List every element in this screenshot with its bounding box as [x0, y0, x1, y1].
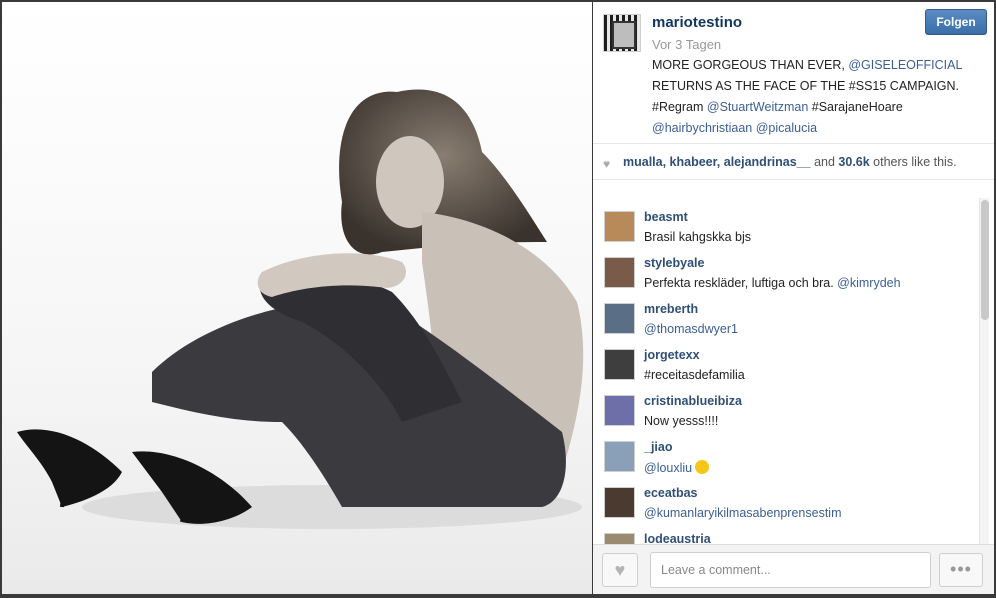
commenter-avatar[interactable] [604, 349, 635, 380]
caption-mention[interactable]: @picalucia [756, 121, 817, 135]
caption-mention[interactable]: @StuartWeitzman [707, 100, 808, 114]
smiley-emoji-icon [695, 460, 710, 474]
comment-item: _jiao @louxliu [593, 438, 973, 484]
likes-and: and [810, 155, 839, 169]
caption-mention[interactable]: @hairbychristiaan [652, 121, 752, 135]
post-sidebar: mariotestino Vor 3 Tagen Folgen MORE GOR… [593, 2, 994, 594]
post-caption: MORE GORGEOUS THAN EVER, @GISELEOFFICIAL… [652, 55, 988, 139]
ellipsis-icon: ••• [950, 559, 972, 579]
comment-item: lodeaustria [593, 530, 973, 544]
comment-body: Perfekta reskläder, luftiga och bra. [644, 276, 838, 290]
comment-item: beasmt Brasil kahgskka bjs [593, 208, 973, 254]
author-username[interactable]: mariotestino [652, 14, 742, 31]
commenter-username[interactable]: stylebyale [644, 256, 704, 270]
comment-mention[interactable]: @thomasdwyer1 [644, 322, 738, 336]
comment-item: mreberth @thomasdwyer1 [593, 300, 973, 346]
commenter-avatar[interactable] [604, 257, 635, 288]
comment-item: stylebyale Perfekta reskläder, luftiga oc… [593, 254, 973, 300]
commenter-avatar[interactable] [604, 395, 635, 426]
commenter-avatar[interactable] [604, 303, 635, 334]
comments-scrollbar[interactable] [979, 198, 989, 544]
commenter-username[interactable]: cristinablueibiza [644, 394, 742, 408]
like-button[interactable]: ♥ [602, 553, 638, 587]
comment-mention[interactable]: @louxliu [644, 461, 692, 475]
comment-mention[interactable]: @kumanlaryikilmasabenprensestim [644, 506, 842, 520]
comment-body: Brasil kahgskka bjs [644, 230, 751, 244]
comment-text: #receitasdefamilia [644, 368, 745, 382]
commenter-username[interactable]: lodeaustria [644, 532, 711, 544]
comment-input[interactable] [650, 552, 931, 588]
comment-body: Now yesss!!!! [644, 414, 719, 428]
comment-item: eceatbas @kumanlaryikilmasabenprensestim [593, 484, 973, 530]
comment-bar: ♥ ••• [593, 544, 994, 594]
comment-text: @louxliu [644, 460, 710, 475]
comment-text: @thomasdwyer1 [644, 322, 738, 336]
comment-text: @kumanlaryikilmasabenprensestim [644, 506, 842, 520]
likes-tail: others like this. [869, 155, 957, 169]
commenter-username[interactable]: _jiao [644, 440, 673, 454]
comment-text: Perfekta reskläder, luftiga och bra. @ki… [644, 276, 901, 290]
photo-illustration [17, 89, 584, 529]
comment-mention[interactable]: @kimrydeh [837, 276, 900, 290]
more-options-button[interactable]: ••• [939, 553, 983, 587]
caption-mention[interactable]: @GISELEOFFICIAL [848, 58, 962, 72]
follow-button[interactable]: Folgen [925, 9, 987, 35]
caption-text: MORE GORGEOUS THAN EVER, [652, 58, 849, 72]
comment-body: #receitasdefamilia [644, 368, 745, 382]
commenter-username[interactable]: eceatbas [644, 486, 698, 500]
comment-text: Now yesss!!!! [644, 414, 718, 428]
commenter-avatar[interactable] [604, 441, 635, 472]
commenter-avatar[interactable] [604, 533, 635, 544]
scrollbar-thumb[interactable] [981, 200, 989, 320]
post-timestamp[interactable]: Vor 3 Tagen [652, 37, 721, 52]
post-photo[interactable] [2, 2, 592, 594]
commenter-avatar[interactable] [604, 487, 635, 518]
liker-names[interactable]: mualla, khabeer, alejandrinas__ [623, 155, 811, 169]
comment-item: jorgetexx #receitasdefamilia [593, 346, 973, 392]
comments-list: beasmt Brasil kahgskka bjs stylebyale Perfe… [593, 182, 994, 544]
post-viewer: mariotestino Vor 3 Tagen Folgen MORE GOR… [0, 0, 996, 598]
caption-text: #SarajaneHoare [808, 100, 903, 114]
likes-summary: ♥ mualla, khabeer, alejandrinas__ and 30… [593, 145, 994, 180]
likes-count[interactable]: 30.6k [838, 155, 869, 169]
commenter-username[interactable]: mreberth [644, 302, 698, 316]
comment-item: cristinablueibiza Now yesss!!!! [593, 392, 973, 438]
commenter-username[interactable]: beasmt [644, 210, 688, 224]
commenter-username[interactable]: jorgetexx [644, 348, 700, 362]
heart-icon: ♥ [614, 560, 626, 580]
comment-text: Brasil kahgskka bjs [644, 230, 751, 244]
post-header: mariotestino Vor 3 Tagen Folgen MORE GOR… [593, 2, 994, 144]
heart-icon: ♥ [603, 157, 611, 171]
author-avatar[interactable] [603, 14, 641, 52]
commenter-avatar[interactable] [604, 211, 635, 242]
